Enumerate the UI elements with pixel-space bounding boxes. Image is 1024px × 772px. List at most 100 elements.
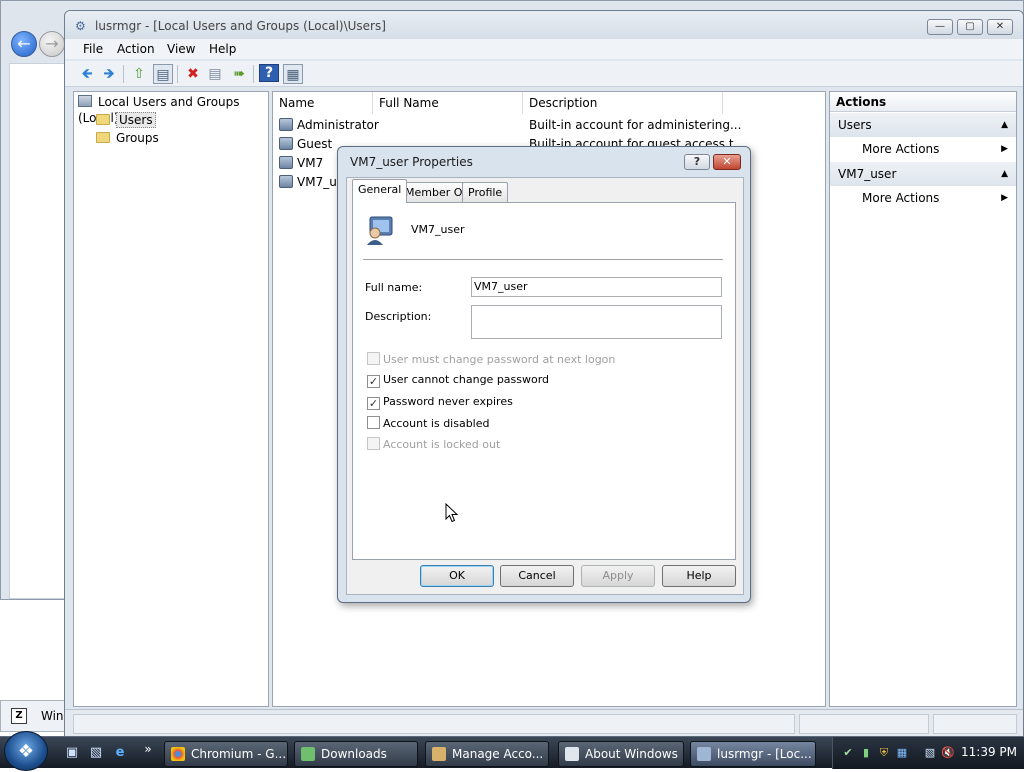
dialog-help-button[interactable]: ? [684, 154, 710, 170]
minimize-button[interactable]: — [927, 19, 953, 35]
submenu-arrow-icon: ▶ [1001, 144, 1008, 154]
properties-icon[interactable]: ▤ [205, 64, 225, 84]
switch-windows-icon[interactable]: ▧ [88, 745, 104, 761]
menu-action[interactable]: Action [117, 42, 155, 56]
network-status-icon[interactable]: ▮ [859, 746, 873, 760]
internet-explorer-icon[interactable]: e [112, 745, 128, 761]
show-hide-console-tree-icon[interactable]: ▤ [153, 64, 173, 84]
quick-launch-more[interactable]: » [140, 741, 156, 757]
taskbar: ❖ ▣ ▧ e » Chromium - G... Downloads Mana… [0, 731, 1024, 771]
collapse-up-icon: ▲ [1001, 169, 1008, 179]
close-button[interactable]: ✕ [987, 19, 1013, 35]
back-arrow-icon[interactable]: ← [11, 31, 37, 57]
title-bar[interactable]: ⚙ lusrmgr - [Local Users and Groups (Loc… [65, 11, 1023, 41]
checkbox-label: Account is locked out [383, 438, 501, 451]
full-name-field[interactable]: VM7_user [471, 277, 722, 297]
tree-item-users[interactable]: Users [96, 112, 156, 128]
network-icon[interactable]: ▧ [923, 746, 937, 760]
lusrmgr-icon [697, 747, 711, 761]
up-one-level-icon[interactable]: ⇧ [129, 64, 149, 84]
list-item[interactable]: Administrator [279, 116, 379, 134]
action-more-actions[interactable]: More Actions ▶ [862, 137, 1012, 161]
description-label: Description: [365, 310, 432, 323]
column-header-full-name[interactable]: Full Name [373, 92, 523, 114]
manage-accounts-icon [432, 747, 446, 761]
about-windows-icon [565, 747, 579, 761]
full-name-label: Full name: [365, 281, 423, 294]
status-segment [799, 714, 929, 734]
list-item[interactable]: VM7 [279, 154, 323, 172]
user-properties-dialog: VM7_user Properties ? ✕ General Member O… [337, 146, 751, 603]
task-chromium[interactable]: Chromium - G... [164, 741, 288, 767]
column-header-name[interactable]: Name [273, 92, 373, 114]
tree-root[interactable]: Local Users and Groups (Local) [78, 94, 268, 125]
menu-bar: File Action View Help [65, 39, 1023, 59]
task-label: Downloads [321, 747, 387, 761]
windows-security-shield-icon[interactable]: ⛨ [877, 746, 891, 760]
console-tree: Local Users and Groups (Local) Users Gro… [73, 91, 269, 707]
help-icon[interactable]: ? [259, 64, 279, 82]
user-name-display: VM7_user [411, 223, 465, 236]
system-tray: ✔ ▮ ⛨ ▦ ▧ 🔇 11:39 PM [832, 737, 1024, 769]
windows-update-icon[interactable]: ▦ [895, 746, 909, 760]
user-name: VM7 [297, 156, 324, 170]
menu-view[interactable]: View [167, 42, 195, 56]
folder-icon [96, 132, 110, 143]
status-segment [933, 714, 1017, 734]
maximize-button[interactable]: ▢ [957, 19, 983, 35]
checkbox-must-change-password[interactable]: User must change password at next logon [367, 352, 615, 366]
action-label: More Actions [862, 142, 940, 156]
forward-icon[interactable]: 🡺 [99, 64, 119, 84]
action-more-actions[interactable]: More Actions ▶ [862, 186, 1012, 210]
user-account-icon [367, 216, 393, 245]
clock[interactable]: 11:39 PM [961, 745, 1017, 759]
checkbox-label: Account is disabled [383, 417, 490, 430]
checkbox-account-disabled[interactable]: Account is disabled [367, 416, 490, 430]
security-check-icon[interactable]: ✔ [841, 746, 855, 760]
dialog-close-button[interactable]: ✕ [713, 154, 741, 170]
checkbox-cannot-change-password[interactable]: ✓ User cannot change password [367, 373, 549, 388]
tab-profile[interactable]: Profile [462, 182, 509, 202]
help-button[interactable]: Help [662, 565, 736, 587]
user-icon [279, 156, 293, 169]
ok-button[interactable]: OK [420, 565, 494, 587]
delete-icon[interactable]: ✖ [183, 64, 203, 84]
submenu-arrow-icon: ▶ [1001, 193, 1008, 203]
export-list-icon[interactable]: ➠ [229, 64, 249, 84]
task-downloads[interactable]: Downloads [294, 741, 418, 767]
divider [363, 259, 723, 260]
menu-help[interactable]: Help [209, 42, 236, 56]
list-item[interactable]: VM7_us [279, 173, 343, 191]
user-icon [279, 118, 293, 131]
description-field[interactable] [471, 305, 722, 339]
tab-general[interactable]: General [352, 179, 408, 203]
column-header-description[interactable]: Description [523, 92, 723, 114]
actions-section-users[interactable]: Users ▲ [830, 113, 1016, 137]
task-about-windows[interactable]: About Windows [558, 741, 684, 767]
checkbox-box [367, 437, 380, 450]
show-desktop-icon[interactable]: ▣ [64, 745, 80, 761]
task-manage-accounts[interactable]: Manage Acco... [425, 741, 549, 767]
menu-file[interactable]: File [83, 42, 103, 56]
show-hide-action-pane-icon[interactable]: ▦ [283, 64, 303, 84]
column-header-filler [723, 92, 825, 114]
volume-muted-icon[interactable]: 🔇 [941, 746, 955, 760]
user-icon [279, 137, 293, 150]
tree-item-groups[interactable]: Groups [96, 130, 159, 146]
toolbar: 🡸 🡺 ⇧ ▤ ✖ ▤ ➠ ? ▦ [65, 61, 1023, 87]
list-item[interactable]: Guest [279, 135, 332, 153]
checkbox-password-never-expires[interactable]: ✓ Password never expires [367, 395, 513, 410]
back-icon[interactable]: 🡸 [77, 64, 97, 84]
nav-buttons: ← → [9, 31, 69, 61]
checkbox-account-locked-out[interactable]: Account is locked out [367, 437, 500, 451]
general-tab-page: VM7_user Full name: VM7_user Description… [352, 202, 736, 560]
dialog-body: General Member Of Profile VM7_user Full … [346, 177, 744, 595]
actions-section-vm7-user[interactable]: VM7_user ▲ [830, 162, 1016, 186]
window-title: lusrmgr - [Local Users and Groups (Local… [95, 19, 386, 33]
background-window-tab[interactable]: Z Win [0, 700, 66, 732]
task-lusrmgr[interactable]: lusrmgr - [Loc... [690, 741, 816, 767]
apply-button[interactable]: Apply [581, 565, 655, 587]
start-button[interactable]: ❖ [4, 731, 48, 771]
cancel-button[interactable]: Cancel [500, 565, 574, 587]
forward-arrow-icon[interactable]: → [39, 31, 65, 57]
